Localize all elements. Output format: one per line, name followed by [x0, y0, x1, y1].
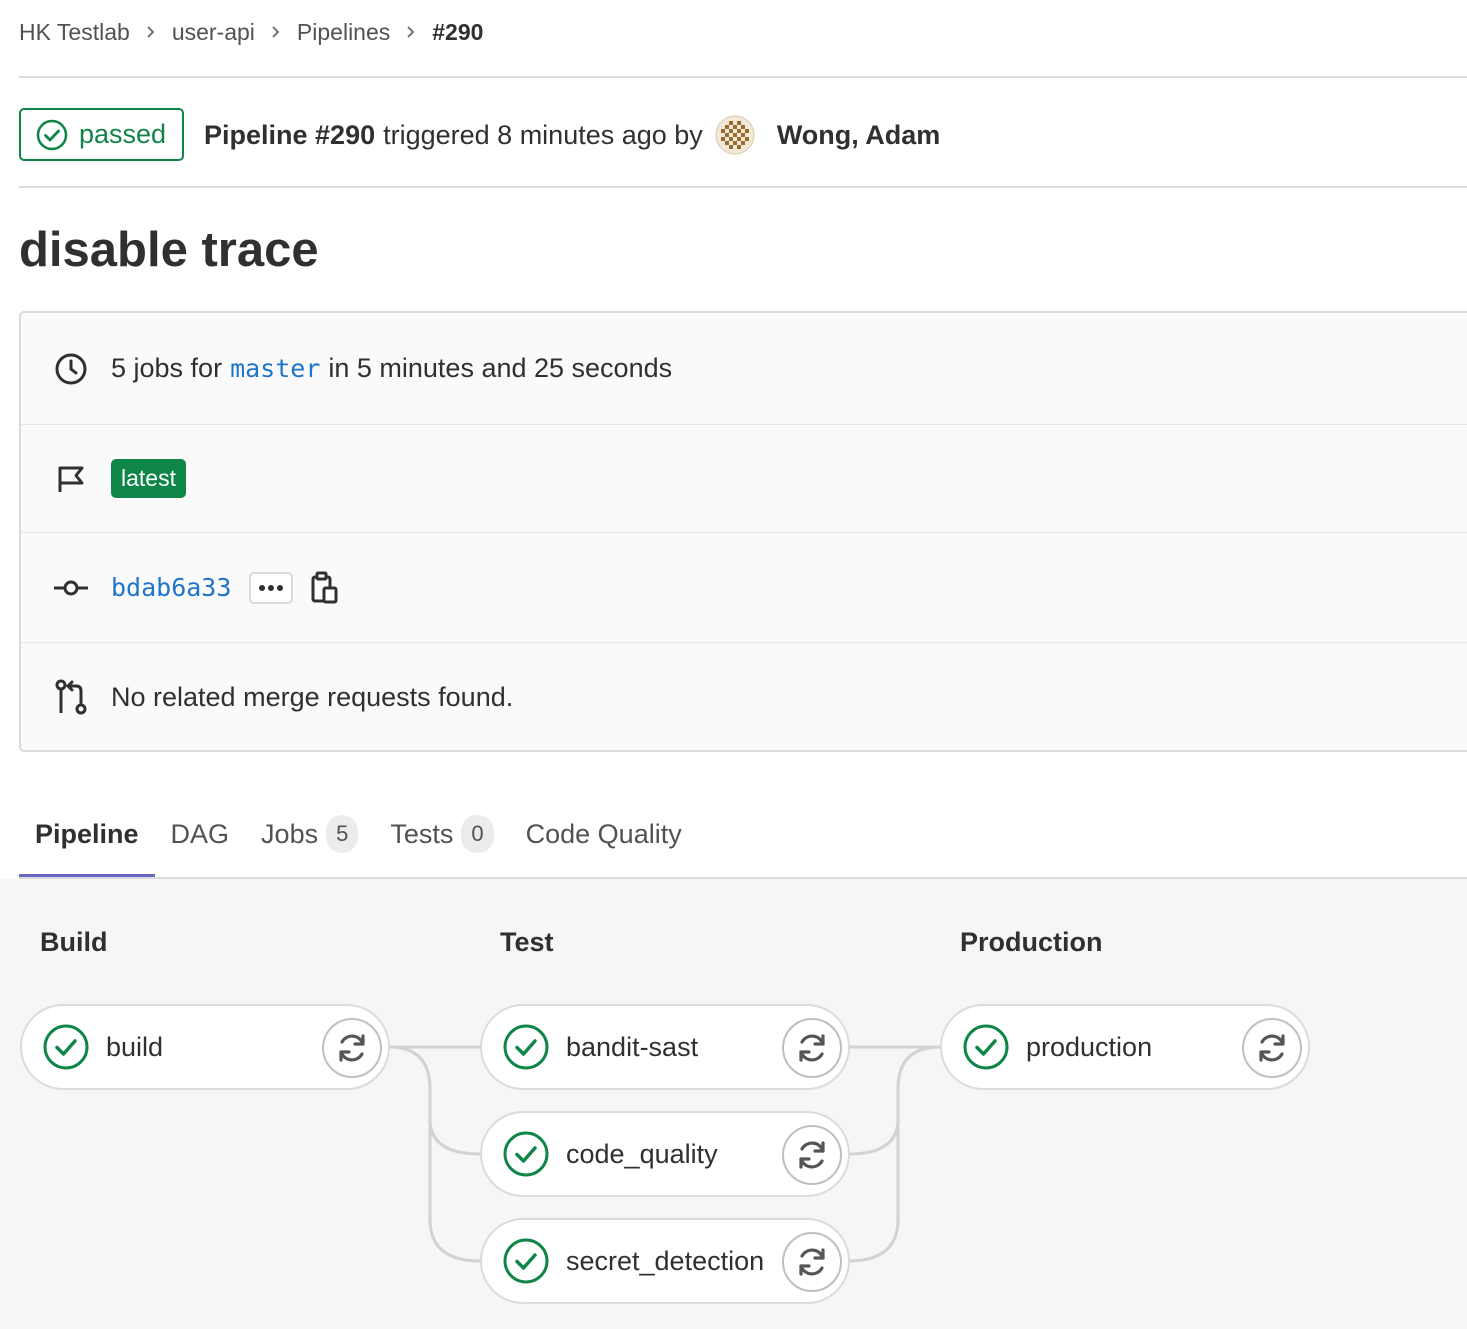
- chevron-right-icon: [146, 25, 156, 39]
- badges-row: latest: [21, 425, 1467, 533]
- pipeline-header: Pipeline #290 triggered 8 minutes ago by…: [204, 110, 940, 160]
- retry-icon[interactable]: [782, 1232, 842, 1292]
- chevron-right-icon: [406, 25, 416, 39]
- pipeline-tabs: Pipeline DAG Jobs 5 Tests 0 Code Quality: [19, 790, 1467, 878]
- avatar[interactable]: [715, 115, 755, 155]
- tab-count-badge: 0: [461, 815, 494, 853]
- tab-label: Jobs: [261, 818, 319, 849]
- job-name: bandit-sast: [566, 1031, 699, 1062]
- merge-requests-row: No related merge requests found.: [21, 643, 1467, 751]
- flag-icon: [51, 459, 91, 499]
- job-name: secret_detection: [566, 1245, 765, 1276]
- breadcrumb-project[interactable]: user-api: [172, 19, 255, 46]
- job-build[interactable]: build: [20, 1004, 390, 1090]
- latest-badge: latest: [111, 459, 186, 498]
- jobs-summary-row: 5 jobs for master in 5 minutes and 25 se…: [21, 313, 1467, 425]
- retry-icon[interactable]: [782, 1125, 842, 1185]
- job-name: build: [106, 1031, 164, 1062]
- branch-link[interactable]: master: [230, 354, 320, 383]
- breadcrumb: HK Testlab user-api Pipelines #290: [19, 14, 483, 50]
- status-success-icon: [36, 119, 68, 150]
- tab-pipeline[interactable]: Pipeline: [19, 790, 155, 878]
- jobs-prefix: 5 jobs for: [111, 353, 223, 383]
- job-name: production: [1026, 1031, 1153, 1062]
- triggered-text: triggered 8 minutes ago by: [383, 119, 703, 150]
- stage-title-production: Production: [960, 927, 1103, 957]
- tab-jobs[interactable]: Jobs 5: [245, 790, 374, 878]
- stage-title-build: Build: [40, 927, 108, 957]
- tab-label: DAG: [170, 818, 230, 849]
- job-production[interactable]: production: [940, 1004, 1310, 1090]
- job-name: code_quality: [566, 1138, 718, 1169]
- pipeline-info-box: 5 jobs for master in 5 minutes and 25 se…: [19, 311, 1467, 752]
- status-success-icon: [503, 1131, 549, 1177]
- tab-tests[interactable]: Tests 0: [374, 790, 509, 878]
- job-bandit-sast[interactable]: bandit-sast: [480, 1004, 850, 1090]
- ellipsis-icon: [259, 584, 284, 591]
- commit-details-button[interactable]: [249, 571, 294, 604]
- tab-count-badge: 5: [326, 815, 359, 853]
- breadcrumb-pipelines[interactable]: Pipelines: [297, 19, 390, 46]
- user-link[interactable]: Wong, Adam: [777, 120, 941, 151]
- merge-requests-text: No related merge requests found.: [111, 681, 514, 712]
- tab-label: Code Quality: [525, 818, 682, 849]
- job-secret-detection[interactable]: secret_detection: [480, 1218, 850, 1304]
- status-success-icon: [43, 1024, 89, 1070]
- divider: [19, 186, 1467, 188]
- merge-request-icon: [51, 677, 91, 717]
- retry-icon[interactable]: [322, 1018, 382, 1078]
- job-code-quality[interactable]: code_quality: [480, 1111, 850, 1197]
- tab-label: Pipeline: [35, 818, 139, 849]
- pipeline-label: Pipeline #290: [204, 119, 376, 150]
- stage-title-test: Test: [500, 927, 554, 957]
- retry-icon[interactable]: [1242, 1018, 1302, 1078]
- status-success-icon: [503, 1024, 549, 1070]
- status-success-icon: [503, 1238, 549, 1284]
- tab-code-quality[interactable]: Code Quality: [510, 790, 698, 878]
- copy-to-clipboard-icon[interactable]: [311, 571, 339, 605]
- status-badge[interactable]: passed: [19, 108, 184, 161]
- pipeline-graph: Build Test Production build bandit-sast: [0, 879, 1467, 1329]
- commit-sha-link[interactable]: bdab6a33: [111, 573, 231, 602]
- page-title: disable trace: [19, 223, 319, 277]
- status-label: passed: [79, 119, 167, 149]
- breadcrumb-group[interactable]: HK Testlab: [19, 19, 130, 46]
- tab-label: Tests: [390, 818, 454, 849]
- jobs-suffix: in 5 minutes and 25 seconds: [328, 353, 673, 383]
- clock-icon: [51, 349, 91, 389]
- status-success-icon: [963, 1024, 1009, 1070]
- tab-dag[interactable]: DAG: [155, 790, 246, 878]
- commit-row: bdab6a33: [21, 533, 1467, 643]
- breadcrumb-current[interactable]: #290: [432, 19, 483, 46]
- divider: [19, 76, 1467, 78]
- chevron-right-icon: [271, 25, 281, 39]
- retry-icon[interactable]: [782, 1018, 842, 1078]
- commit-icon: [51, 568, 91, 608]
